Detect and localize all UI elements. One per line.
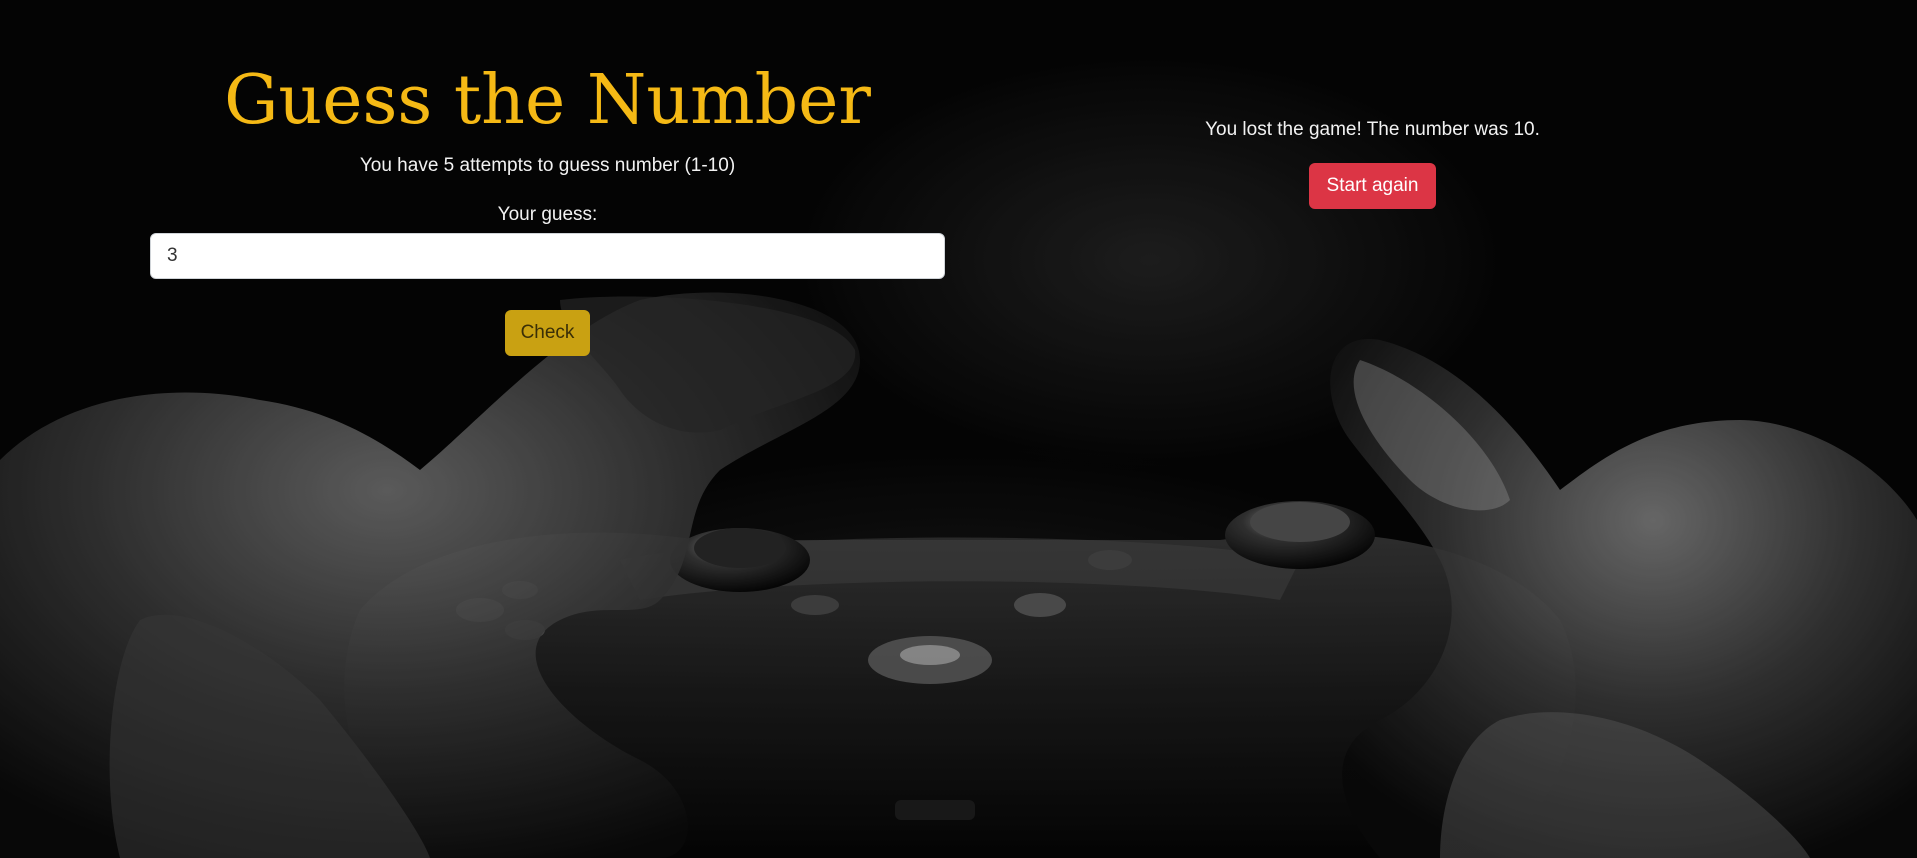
result-panel: You lost the game! The number was 10. St… (1110, 118, 1635, 209)
guess-input[interactable] (150, 233, 945, 279)
guess-form: Guess the Number You have 5 attempts to … (150, 56, 945, 356)
guess-label: Your guess: (497, 204, 598, 225)
start-again-button[interactable]: Start again (1309, 163, 1436, 209)
check-button[interactable]: Check (505, 310, 590, 356)
instructions-text: You have 5 attempts to guess number (1-1… (359, 155, 736, 176)
page-title: Guess the Number (224, 61, 871, 140)
game-page: Guess the Number You have 5 attempts to … (0, 0, 1917, 858)
result-message: You lost the game! The number was 10. (1205, 119, 1540, 140)
